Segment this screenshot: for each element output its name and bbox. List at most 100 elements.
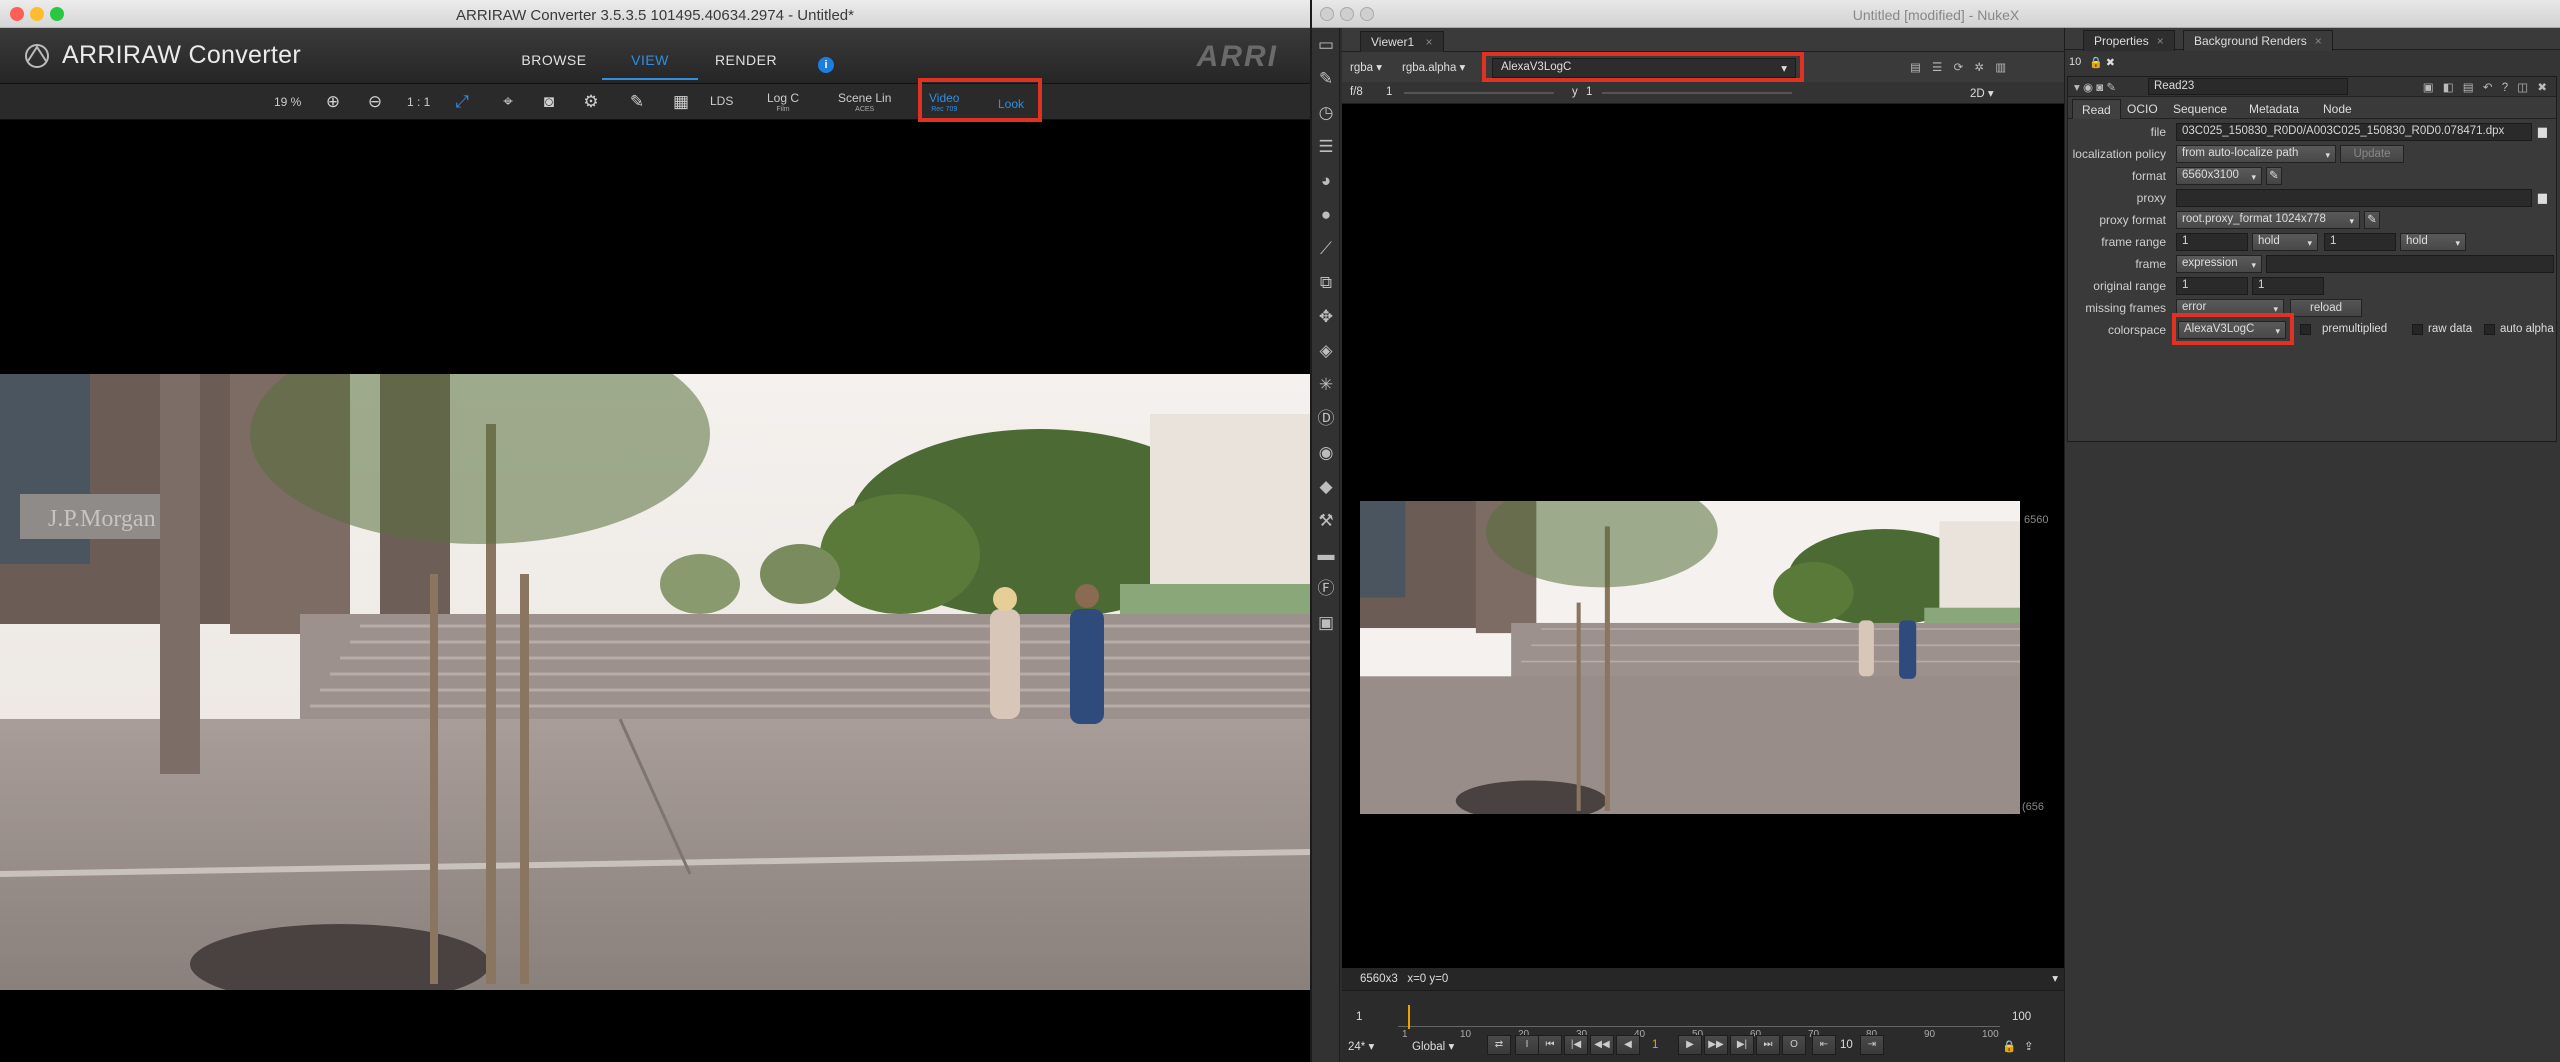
lds-button[interactable]: LDS — [710, 94, 733, 108]
proxy-browse-icon[interactable]: ▆ — [2538, 190, 2547, 204]
gamma-value[interactable]: 1 — [1586, 86, 1592, 98]
brush-icon[interactable]: ✎ — [626, 92, 648, 112]
subtab-sequence[interactable]: Sequence — [2164, 99, 2236, 119]
frame-lines-icon[interactable]: ▦ — [670, 92, 692, 112]
tab-background-renders[interactable]: Background Renders × — [2183, 30, 2333, 51]
timeline-end[interactable]: 100 — [2012, 1011, 2031, 1023]
subtab-node[interactable]: Node — [2314, 99, 2361, 119]
timeline-start[interactable]: 1 — [1356, 1011, 1362, 1023]
file-browse-icon[interactable]: ▆ — [2538, 124, 2547, 138]
skip-back-icon[interactable]: ⇤ — [1812, 1035, 1836, 1055]
fps-dropdown[interactable]: 24* ▾ — [1348, 1039, 1374, 1053]
frame-mode-dropdown[interactable]: expression — [2176, 255, 2262, 273]
in-point-icon[interactable]: I — [1515, 1035, 1539, 1055]
close-icon[interactable]: × — [1425, 35, 1432, 49]
node-header-actions[interactable]: ▣ ◧ ▤ ↶ ? ◫ ✖ — [2423, 80, 2550, 94]
arriraw-titlebar[interactable]: ARRIRAW Converter 3.5.3.5 101495.40634.2… — [0, 0, 1310, 28]
nav-render[interactable]: RENDER — [698, 40, 794, 80]
gain-slider[interactable] — [1404, 92, 1554, 94]
transform-nodes-icon[interactable]: ✥ — [1312, 300, 1340, 334]
crosshair-icon[interactable]: ⌖ — [497, 92, 519, 112]
step-forward-icon[interactable]: ▶▶ — [1704, 1035, 1728, 1055]
nav-view[interactable]: VIEW — [602, 40, 698, 80]
zoom-out-icon[interactable]: ⊖ — [364, 92, 386, 112]
tab-properties[interactable]: Properties × — [2083, 30, 2175, 51]
close-icon[interactable]: × — [2315, 34, 2322, 48]
sync-icon[interactable]: ⇄ — [1487, 1035, 1511, 1055]
subtab-ocio[interactable]: OCIO — [2118, 99, 2167, 119]
flipbook-icon[interactable]: ⇪ — [2024, 1039, 2034, 1053]
format-edit-icon[interactable]: ✎ — [2266, 167, 2282, 185]
reload-button[interactable]: reload — [2290, 299, 2362, 317]
frame-range-start[interactable]: 1 — [2176, 233, 2248, 251]
particles-nodes-icon[interactable]: ✳ — [1312, 368, 1340, 402]
step-back-icon[interactable]: ◀◀ — [1590, 1035, 1614, 1055]
camera-icon[interactable]: ◙ — [538, 92, 560, 112]
frame-range-end-mode[interactable]: hold — [2400, 233, 2466, 251]
plugins-icon[interactable]: ▣ — [1312, 606, 1340, 640]
tab-viewer1[interactable]: Viewer1 × — [1360, 31, 1444, 52]
play-reverse-icon[interactable]: ◀ — [1616, 1035, 1640, 1055]
update-button[interactable]: Update — [2340, 145, 2404, 163]
playhead[interactable] — [1408, 1005, 1410, 1029]
3d-nodes-icon[interactable]: ◈ — [1312, 334, 1340, 368]
color-nodes-icon[interactable]: ◕ — [1312, 164, 1340, 198]
zoom-in-icon[interactable]: ⊕ — [322, 92, 344, 112]
first-frame-icon[interactable]: ⏮ — [1538, 1035, 1562, 1055]
subtab-metadata[interactable]: Metadata — [2240, 99, 2308, 119]
original-range-start[interactable]: 1 — [2176, 277, 2248, 295]
channel-nodes-icon[interactable]: ☰ — [1312, 130, 1340, 164]
frame-range-start-mode[interactable]: hold — [2252, 233, 2318, 251]
file-field[interactable]: 03C025_150830_R0D0/A003C025_150830_R0D0.… — [2176, 123, 2532, 141]
fstop-label[interactable]: f/8 — [1350, 86, 1363, 98]
status-menu-icon[interactable]: ▾ — [2052, 971, 2058, 985]
range-mode-dropdown[interactable]: Global ▾ — [1412, 1039, 1454, 1053]
keyer-nodes-icon[interactable]: ⟋ — [1312, 232, 1340, 266]
subtab-read[interactable]: Read — [2072, 99, 2121, 119]
metadata-nodes-icon[interactable]: ◆ — [1312, 470, 1340, 504]
draw-nodes-icon[interactable]: ✎ — [1312, 62, 1340, 96]
out-point-icon[interactable]: O — [1782, 1035, 1806, 1055]
frame-increment[interactable]: 10 — [1840, 1039, 1853, 1051]
viewer-tools-icons[interactable]: ▤ ☰ ⟳ ✲ ▥ — [1910, 60, 2010, 74]
scene-lin-button[interactable]: Scene Lin ACES — [838, 92, 891, 116]
views-nodes-icon[interactable]: ◉ — [1312, 436, 1340, 470]
current-frame[interactable]: 1 — [1652, 1039, 1658, 1051]
localization-dropdown[interactable]: from auto-localize path — [2176, 145, 2336, 163]
auto-alpha-checkbox[interactable] — [2484, 324, 2495, 335]
log-c-button[interactable]: Log C Film — [767, 92, 799, 116]
furnace-nodes-icon[interactable]: Ⓕ — [1312, 572, 1340, 606]
skip-forward-icon[interactable]: ⇥ — [1860, 1035, 1884, 1055]
time-nodes-icon[interactable]: ◷ — [1312, 96, 1340, 130]
node-name-field[interactable]: Read23 — [2148, 78, 2348, 95]
toolsets-icon[interactable]: ⚒ — [1312, 504, 1340, 538]
filter-nodes-icon[interactable]: ● — [1312, 198, 1340, 232]
nav-browse[interactable]: BROWSE — [506, 40, 602, 80]
prev-keyframe-icon[interactable]: |◀ — [1564, 1035, 1588, 1055]
format-dropdown[interactable]: 6560x3100 — [2176, 167, 2262, 185]
deep-nodes-icon[interactable]: Ⓓ — [1312, 402, 1340, 436]
merge-nodes-icon[interactable]: ⧉ — [1312, 266, 1340, 300]
premultiplied-checkbox[interactable] — [2300, 324, 2311, 335]
frame-expression-field[interactable] — [2266, 255, 2554, 273]
fit-icon[interactable]: ⤢ — [451, 92, 473, 112]
proxy-field[interactable] — [2176, 189, 2532, 207]
next-keyframe-icon[interactable]: ▶| — [1730, 1035, 1754, 1055]
other-nodes-icon[interactable]: ▬ — [1312, 538, 1340, 572]
proxy-format-edit-icon[interactable]: ✎ — [2364, 211, 2380, 229]
original-range-end[interactable]: 1 — [2252, 277, 2324, 295]
proxy-format-dropdown[interactable]: root.proxy_format 1024x778 — [2176, 211, 2360, 229]
last-frame-icon[interactable]: ⏭ — [1756, 1035, 1780, 1055]
image-nodes-icon[interactable]: ▭ — [1312, 28, 1340, 62]
info-icon[interactable]: i — [818, 57, 834, 73]
gamma-slider[interactable] — [1602, 92, 1792, 94]
alpha-channel-dropdown[interactable]: rgba.alpha ▾ — [1402, 60, 1465, 74]
node-header-icons[interactable]: ▾ ◉ ◙ ✎ — [2074, 80, 2116, 94]
panel-lock-icon[interactable]: 🔒 ✖ — [2089, 56, 2115, 69]
play-icon[interactable]: ▶ — [1678, 1035, 1702, 1055]
close-icon[interactable]: × — [2157, 34, 2164, 48]
gain-value[interactable]: 1 — [1386, 86, 1392, 98]
lock-icon[interactable]: 🔒 — [2002, 1039, 2016, 1053]
raw-data-checkbox[interactable] — [2412, 324, 2423, 335]
one-to-one-button[interactable]: 1 : 1 — [407, 95, 430, 109]
